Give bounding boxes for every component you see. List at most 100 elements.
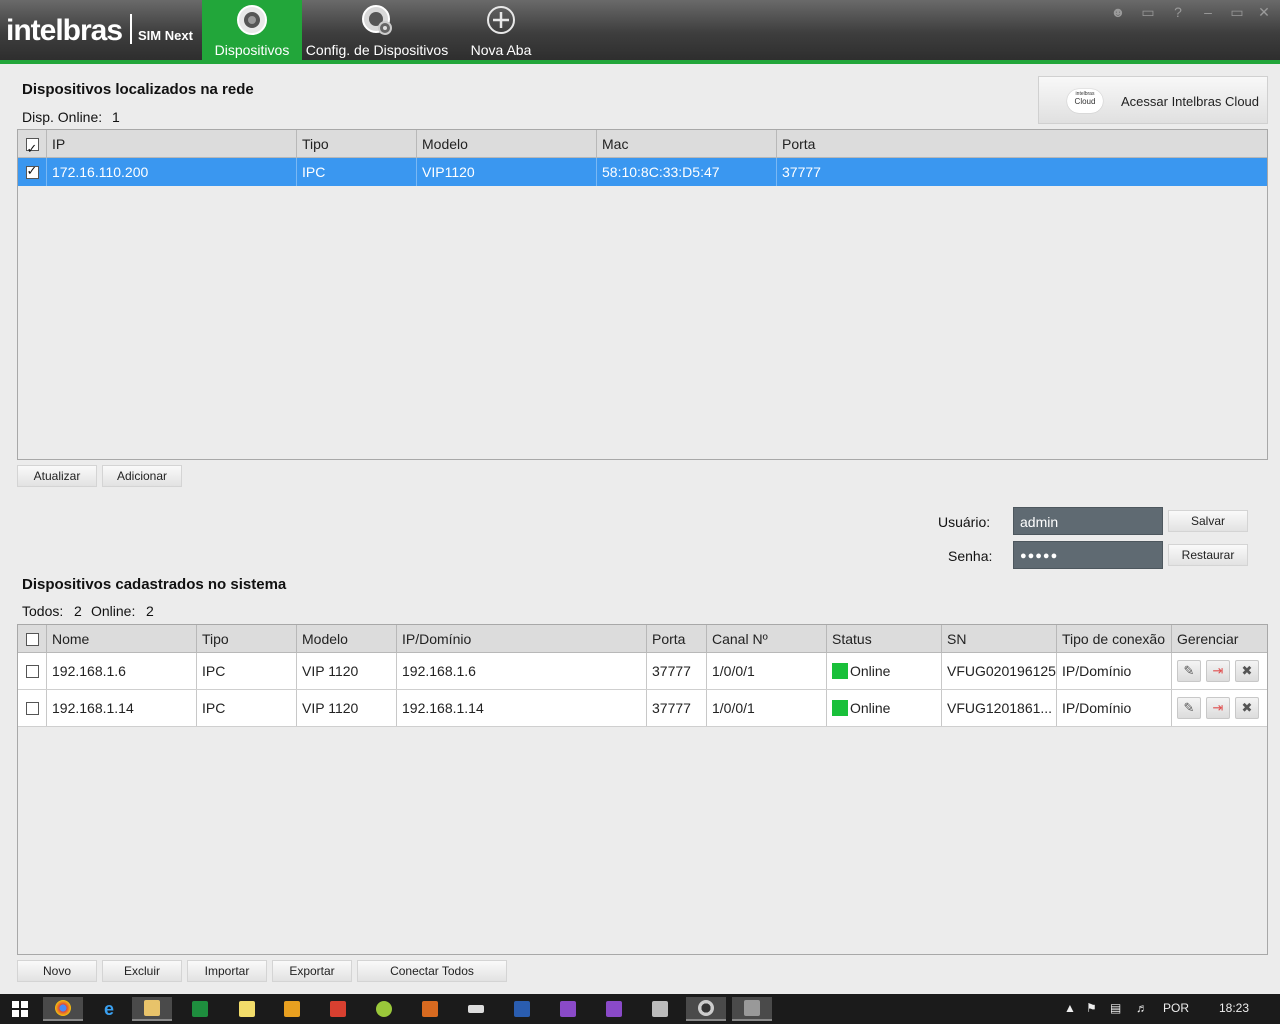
i-app-icon[interactable] [548, 997, 588, 1021]
intelbras-cloud-button[interactable]: intelbras Cloud Acessar Intelbras Cloud [1038, 76, 1268, 124]
cell-modelo: VIP 1120 [297, 690, 397, 726]
notes-icon[interactable] [227, 997, 267, 1021]
status-text: Online [850, 663, 891, 679]
table-row[interactable]: 192.168.1.6 IPC VIP 1120 192.168.1.6 377… [18, 653, 1267, 690]
cell-gerenciar: ✎ ⇥ ✖ [1172, 653, 1267, 689]
volume-icon[interactable]: ♬ [1136, 1001, 1148, 1015]
cell-status: Online [827, 690, 942, 726]
row-checkbox[interactable] [25, 664, 39, 678]
export-button[interactable]: Exportar [272, 960, 352, 982]
logout-icon[interactable]: ⇥ [1206, 697, 1230, 719]
cell-conexao: IP/Domínio [1057, 690, 1172, 726]
cloud-icon: intelbras Cloud [1067, 89, 1103, 113]
column-header[interactable]: Mac [597, 130, 777, 158]
all-count: 2 [74, 603, 82, 619]
close-icon[interactable]: ✕ [1256, 4, 1272, 21]
column-header[interactable]: Canal Nº [707, 625, 827, 653]
logout-icon[interactable]: ⇥ [1206, 660, 1230, 682]
password-label: Senha: [948, 548, 993, 564]
registered-online-count: 2 [146, 603, 154, 619]
tab-label: Dispositivos [214, 42, 290, 58]
connect-all-button[interactable]: Conectar Todos [357, 960, 507, 982]
column-header[interactable]: Tipo de conexão [1057, 625, 1172, 653]
media-icon[interactable] [318, 997, 358, 1021]
add-button[interactable]: Adicionar [102, 465, 182, 487]
select-all-checkbox[interactable] [25, 135, 39, 163]
column-header[interactable]: Gerenciar [1172, 625, 1267, 653]
sim-next-icon[interactable] [686, 997, 726, 1021]
tab-dispositivos[interactable]: Dispositivos [202, 0, 302, 60]
tab-config-dispositivos[interactable]: Config. de Dispositivos [302, 0, 452, 60]
delete-button[interactable]: Excluir [102, 960, 182, 982]
table-row[interactable]: 172.16.110.200 IPC VIP1120 58:10:8C:33:D… [18, 158, 1267, 186]
lock-icon[interactable]: ▭ [1140, 4, 1156, 21]
user-input[interactable]: admin [1013, 507, 1163, 535]
cell-modelo: VIP 1120 [297, 653, 397, 689]
edit-icon[interactable]: ✎ [1177, 697, 1201, 719]
product-name: SIM Next [138, 28, 193, 43]
cell-sn: VFUG020196125 [942, 653, 1057, 689]
edit-icon[interactable]: ✎ [1177, 660, 1201, 682]
cell-canal: 1/0/0/1 [707, 690, 827, 726]
column-header[interactable]: Status [827, 625, 942, 653]
save-button[interactable]: Salvar [1168, 510, 1248, 532]
column-header[interactable]: Porta [647, 625, 707, 653]
column-header[interactable]: Porta [777, 130, 1267, 158]
cloud-button-label: Acessar Intelbras Cloud [1121, 94, 1260, 109]
import-button[interactable]: Importar [187, 960, 267, 982]
excel-icon[interactable] [180, 997, 220, 1021]
h-app-icon[interactable] [272, 997, 312, 1021]
column-header[interactable]: Modelo [417, 130, 597, 158]
delete-icon[interactable]: ✖ [1235, 660, 1259, 682]
cell-ip: 192.168.1.6 [397, 653, 647, 689]
word-icon[interactable] [502, 997, 542, 1021]
column-header[interactable]: Tipo [297, 130, 417, 158]
android-icon[interactable] [364, 997, 404, 1021]
table-row[interactable]: 192.168.1.14 IPC VIP 1120 192.168.1.14 3… [18, 690, 1267, 727]
language-indicator[interactable]: POR [1163, 1001, 1189, 1015]
column-header[interactable]: IP [47, 130, 297, 158]
network-icon[interactable]: ▤ [1110, 1001, 1121, 1015]
help-icon[interactable]: ? [1170, 4, 1186, 20]
column-header[interactable]: Tipo [197, 625, 297, 653]
column-header[interactable]: IP/Domínio [397, 625, 647, 653]
windows-start-icon[interactable] [0, 997, 40, 1021]
network-app-icon[interactable] [732, 997, 772, 1021]
windows-taskbar: e ▲ ⚑ ▤ ♬ POR 18:23 [0, 994, 1280, 1024]
online-status-icon [832, 700, 848, 716]
delete-icon[interactable]: ✖ [1235, 697, 1259, 719]
explorer-icon[interactable] [132, 997, 172, 1021]
network-devices-table: IP Tipo Modelo Mac Porta 172.16.110.200 … [17, 129, 1268, 460]
chrome-icon[interactable] [43, 997, 83, 1021]
network-devices-title: Dispositivos localizados na rede [22, 81, 254, 98]
select-all-checkbox[interactable] [25, 632, 39, 646]
new-button[interactable]: Novo [17, 960, 97, 982]
column-header[interactable]: Nome [47, 625, 197, 653]
cell-porta: 37777 [782, 164, 821, 180]
row-checkbox[interactable] [25, 163, 39, 179]
i-app-icon[interactable] [594, 997, 634, 1021]
cell-nome: 192.168.1.6 [47, 653, 197, 689]
restore-button[interactable]: Restaurar [1168, 544, 1248, 566]
refresh-button[interactable]: Atualizar [17, 465, 97, 487]
ie-icon[interactable]: e [89, 997, 129, 1021]
row-checkbox[interactable] [25, 701, 39, 715]
usb-icon[interactable] [456, 997, 496, 1021]
tab-nova-aba[interactable]: Nova Aba [452, 0, 550, 60]
password-input[interactable]: ●●●●● [1013, 541, 1163, 569]
cell-porta: 37777 [647, 690, 707, 726]
online-status-icon [832, 663, 848, 679]
column-header[interactable]: SN [942, 625, 1057, 653]
column-header[interactable]: Modelo [297, 625, 397, 653]
printer-icon[interactable] [640, 997, 680, 1021]
clock[interactable]: 18:23 [1219, 1001, 1249, 1015]
intelbras-logo: intelbras [6, 14, 123, 47]
tray-expand-icon[interactable]: ▲ [1064, 1001, 1076, 1015]
cell-ip: 172.16.110.200 [47, 158, 297, 186]
user-icon[interactable]: ☻ [1110, 4, 1126, 20]
maximize-icon[interactable]: ▭ [1229, 4, 1245, 21]
minimize-icon[interactable]: – [1200, 4, 1216, 20]
presentation-icon[interactable] [410, 997, 450, 1021]
online-count: 1 [112, 109, 120, 125]
flag-icon[interactable]: ⚑ [1086, 1001, 1097, 1015]
